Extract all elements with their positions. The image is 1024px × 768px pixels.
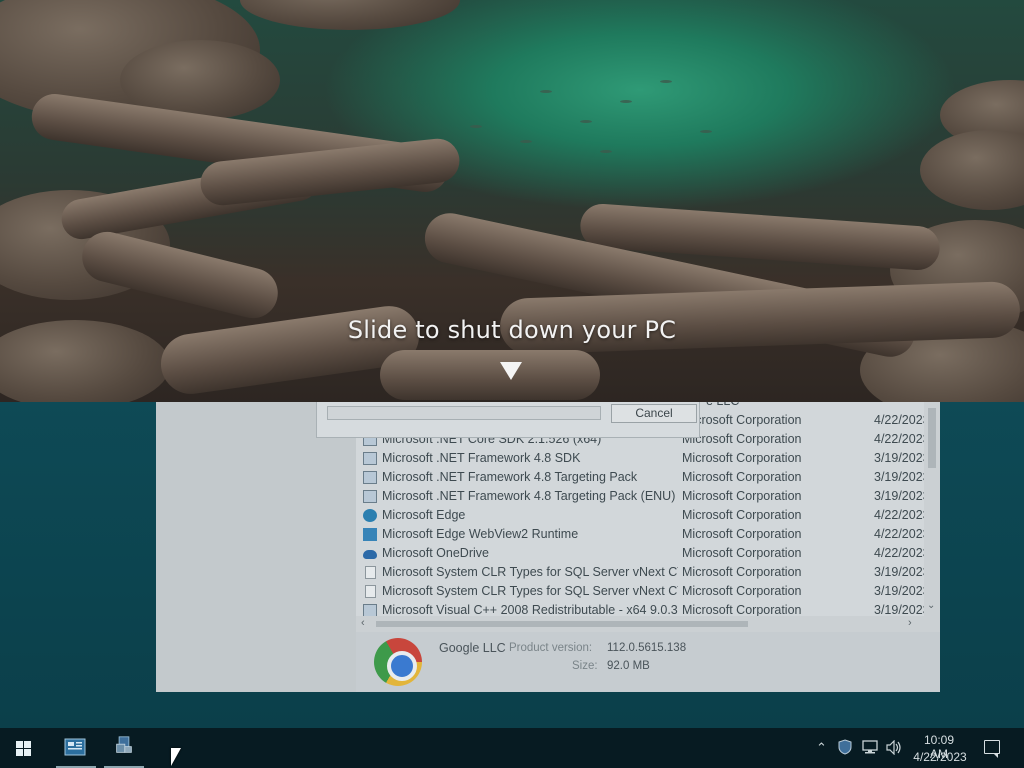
taskbar-app-control-panel[interactable]	[102, 728, 146, 768]
program-publisher: Microsoft Corporation	[682, 527, 802, 541]
edge-icon	[363, 509, 377, 522]
table-row[interactable]: Microsoft Edge Microsoft Corporation 4/22/…	[356, 506, 940, 525]
windows-start-icon	[16, 741, 32, 756]
program-name: Microsoft OneDrive	[382, 546, 489, 560]
uninstall-progress-dialog: Cancel	[316, 400, 700, 438]
scenery-root	[380, 350, 600, 400]
program-publisher: Microsoft Corporation	[682, 489, 802, 503]
program-name: Microsoft .NET Framework 4.8 Targeting P…	[382, 470, 638, 484]
product-version-label: Product version:	[509, 642, 593, 654]
table-row[interactable]: Microsoft OneDrive Microsoft Corporation 4…	[356, 544, 940, 563]
mouse-cursor	[171, 748, 181, 766]
start-button[interactable]	[0, 728, 48, 768]
document-icon	[365, 566, 376, 579]
scroll-left-icon[interactable]: ‹	[361, 617, 365, 629]
program-publisher: Microsoft Corporation	[682, 584, 802, 598]
program-publisher: Microsoft Corporation	[682, 565, 802, 579]
chevron-up-icon[interactable]: ⌃	[816, 740, 827, 756]
size-value: 92.0 MB	[607, 660, 650, 672]
installer-icon	[363, 452, 377, 465]
progress-bar	[327, 406, 601, 420]
program-name: Microsoft .NET Framework 4.8 SDK	[382, 451, 581, 465]
cancel-button[interactable]: Cancel	[611, 404, 697, 423]
program-publisher: Microsoft Corporation	[682, 470, 802, 484]
control-panel-icon	[116, 736, 132, 753]
program-name: Microsoft System CLR Types for SQL Serve…	[382, 565, 678, 579]
volume-icon[interactable]	[886, 740, 902, 755]
installer-icon	[363, 471, 377, 484]
vertical-scroll-thumb[interactable]	[928, 408, 936, 468]
action-center-icon[interactable]	[984, 740, 1000, 758]
taskbar: ⌃ 10:09 AM 4/22/2023	[0, 728, 1024, 768]
chrome-icon	[374, 638, 422, 686]
table-row[interactable]: Microsoft System CLR Types for SQL Serve…	[356, 582, 940, 601]
clock-date[interactable]: 4/22/2023	[910, 750, 970, 764]
vertical-scrollbar[interactable]: ⌄	[924, 400, 940, 632]
program-name: Microsoft .NET Framework 4.8 Targeting P…	[382, 489, 676, 503]
table-row[interactable]: Microsoft .NET Framework 4.8 SDK Microsof…	[356, 449, 940, 468]
left-pane	[156, 400, 356, 692]
programs-and-features-window: Microsoft Corporation 4/22/2023 Microsoft …	[156, 400, 940, 692]
program-publisher: Microsoft Corporation	[682, 546, 802, 560]
scenery-rock	[920, 130, 1024, 210]
program-name: Microsoft Edge WebView2 Runtime	[382, 527, 579, 541]
details-pane: Google LLC Product version: 112.0.5615.1…	[356, 632, 940, 692]
network-icon[interactable]	[862, 740, 880, 755]
security-icon[interactable]	[838, 739, 852, 755]
horizontal-scrollbar[interactable]: ‹ ›	[356, 616, 924, 632]
scenery-fish	[580, 120, 592, 123]
horizontal-scroll-thumb[interactable]	[376, 621, 748, 627]
program-publisher: Microsoft Corporation	[682, 508, 802, 522]
program-name: Microsoft Edge	[382, 508, 466, 522]
table-row[interactable]: Microsoft Edge WebView2 Runtime Microsoft…	[356, 525, 940, 544]
scenery-fish	[470, 125, 482, 128]
server-manager-icon	[64, 738, 86, 756]
scroll-down-icon[interactable]: ⌄	[927, 600, 935, 611]
taskbar-app-server-manager[interactable]	[54, 728, 98, 768]
scenery-fish	[700, 130, 712, 133]
slide-to-shutdown-overlay[interactable]: Slide to shut down your PC	[0, 0, 1024, 402]
document-icon	[365, 585, 376, 598]
scenery-fish	[520, 140, 532, 143]
scenery-fish	[660, 80, 672, 83]
installer-icon	[363, 490, 377, 503]
scenery-fish	[540, 90, 552, 93]
table-row[interactable]: Microsoft .NET Framework 4.8 Targeting P…	[356, 487, 940, 506]
details-publisher: Google LLC	[439, 641, 506, 655]
scenery-fish	[600, 150, 612, 153]
slide-to-shutdown-prompt: Slide to shut down your PC	[347, 316, 677, 344]
table-row[interactable]: Microsoft .NET Framework 4.8 Targeting P…	[356, 468, 940, 487]
scenery-fish	[620, 100, 632, 103]
program-publisher: Microsoft Corporation	[682, 451, 802, 465]
program-name: Microsoft System CLR Types for SQL Serve…	[382, 584, 678, 598]
table-row[interactable]: Microsoft System CLR Types for SQL Serve…	[356, 563, 940, 582]
scenery-root	[76, 226, 284, 324]
down-triangle-icon	[500, 362, 522, 380]
webview-icon	[363, 528, 377, 541]
size-label: Size:	[572, 660, 598, 672]
scenery-rock	[240, 0, 460, 30]
product-version-value: 112.0.5615.138	[607, 642, 687, 654]
scroll-right-icon[interactable]: ›	[908, 617, 912, 629]
onedrive-icon	[363, 550, 377, 559]
program-publisher: Microsoft Corporation	[682, 432, 802, 446]
program-publisher: Microsoft Corporation	[682, 413, 802, 427]
